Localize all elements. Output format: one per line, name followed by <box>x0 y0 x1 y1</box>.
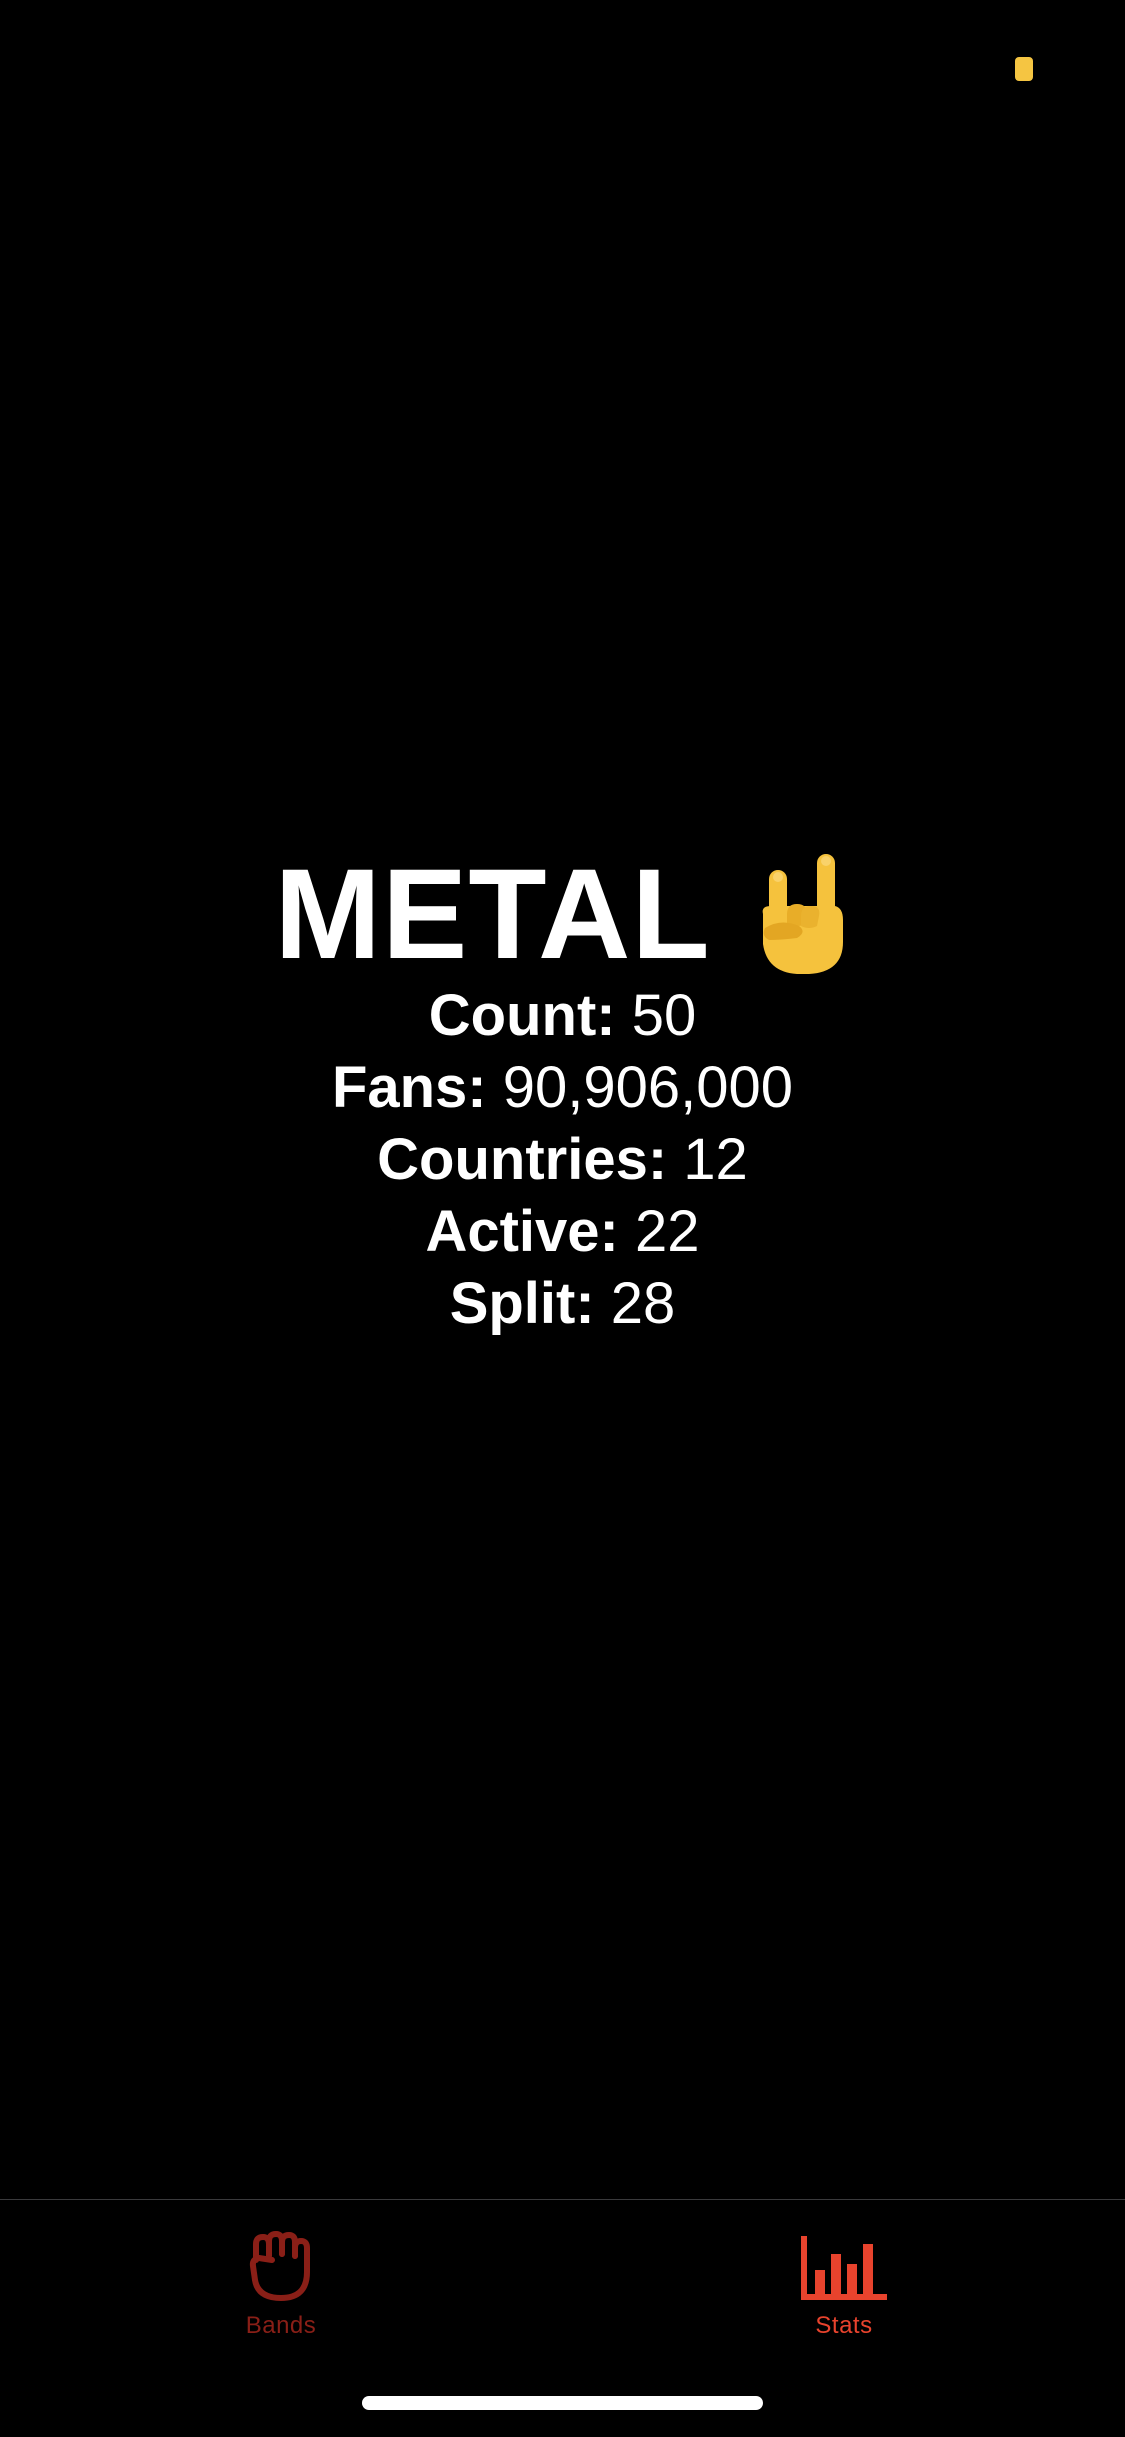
fist-icon <box>249 2231 310 2301</box>
genre-stats: METAL Count: 50 Fans: 90,906,000 Countri… <box>0 850 1125 1340</box>
bar-chart-icon <box>801 2236 887 2300</box>
stat-countries-value: 12 <box>683 1127 748 1192</box>
stat-active-label: Active: <box>425 1199 619 1264</box>
tab-bands-label: Bands <box>245 2312 317 2339</box>
stat-active: Active: 22 <box>0 1196 1125 1268</box>
stat-fans-label: Fans: <box>331 1055 487 1120</box>
stat-count-label: Count: <box>428 983 616 1048</box>
stat-countries: Countries: 12 <box>0 1124 1125 1196</box>
tab-stats[interactable]: Stats <box>744 2230 944 2340</box>
home-indicator[interactable] <box>362 2396 763 2410</box>
tab-stats-label: Stats <box>815 2312 873 2339</box>
status-indicator <box>1015 57 1033 81</box>
stat-active-value: 22 <box>635 1199 700 1264</box>
genre-title-row: METAL <box>0 850 1125 980</box>
stat-fans-value: 90,906,000 <box>502 1055 794 1120</box>
stat-split-value: 28 <box>610 1271 676 1336</box>
genre-title: METAL <box>274 843 711 986</box>
stat-count: Count: 50 <box>0 980 1125 1052</box>
rock-on-hand-icon <box>762 854 843 974</box>
tab-bands[interactable]: Bands <box>181 2230 381 2340</box>
stat-fans: Fans: 90,906,000 <box>0 1052 1125 1124</box>
stat-count-value: 50 <box>631 983 697 1048</box>
stat-split-label: Split: <box>449 1271 595 1336</box>
stat-countries-label: Countries: <box>377 1127 668 1192</box>
stat-split: Split: 28 <box>0 1268 1125 1340</box>
